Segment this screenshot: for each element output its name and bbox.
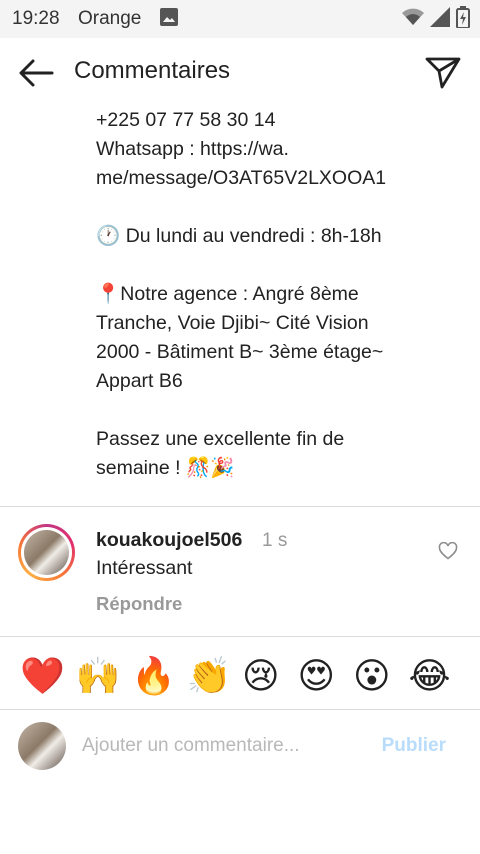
- caption-agency-line2: Tranche, Voie Djibi~ Cité Vision: [96, 312, 369, 334]
- comment-composer: Publier: [0, 712, 480, 782]
- caption-whatsapp-line2[interactable]: me/message/O3AT65V2LXOOA1: [96, 164, 466, 193]
- header: Commentaires: [0, 38, 480, 108]
- signal-icon: [430, 7, 450, 32]
- caption-phone: +225 07 77 58 30 14: [96, 109, 276, 131]
- emoji-crying[interactable]: 😢: [242, 649, 298, 705]
- status-time: 19:28: [12, 8, 60, 29]
- emoji-raised-hands[interactable]: 🙌: [76, 649, 132, 705]
- divider: [0, 506, 480, 507]
- status-icons: [402, 6, 470, 33]
- comment-text: Intéressant: [96, 557, 193, 579]
- caption-hours: 🕐 Du lundi au vendredi : 8h-18h: [96, 225, 382, 247]
- battery-icon: [456, 6, 470, 33]
- publish-button[interactable]: Publier: [382, 735, 446, 757]
- status-carrier: Orange: [78, 8, 142, 29]
- story-ring[interactable]: [18, 524, 75, 581]
- emoji-fire[interactable]: 🔥: [131, 649, 187, 705]
- post-caption: +225 07 77 58 30 14 Whatsapp : https://w…: [96, 106, 466, 483]
- paper-plane-icon[interactable]: [424, 54, 462, 90]
- caption-agency-line4: Appart B6: [96, 370, 183, 392]
- back-arrow-icon[interactable]: [16, 56, 56, 90]
- emoji-surprised[interactable]: 😮: [353, 649, 409, 705]
- divider: [0, 636, 480, 637]
- image-notification-icon: [160, 8, 178, 31]
- comment-time: 1 s: [262, 530, 288, 551]
- caption-agency-line3: 2000 - Bâtiment B~ 3ème étage~: [96, 341, 384, 363]
- emoji-laughing[interactable]: 😂: [409, 649, 465, 705]
- avatar: [18, 722, 66, 770]
- emoji-clapping[interactable]: 👏: [187, 649, 243, 705]
- emoji-bar: ❤️ 🙌 🔥 👏 😢 😍 😮 😂: [0, 645, 480, 709]
- caption-whatsapp-line1[interactable]: Whatsapp : https://wa.: [96, 135, 466, 164]
- emoji-heart[interactable]: ❤️: [20, 649, 76, 705]
- emoji-heart-eyes[interactable]: 😍: [298, 649, 354, 705]
- status-bar: 19:28 Orange: [0, 0, 480, 38]
- avatar: [24, 530, 69, 575]
- comment-item: kouakoujoel506 1 s Intéressant Répondre: [0, 520, 480, 636]
- reply-button[interactable]: Répondre: [96, 593, 182, 615]
- comment-input[interactable]: [82, 730, 362, 762]
- divider: [0, 709, 480, 710]
- heart-icon[interactable]: [438, 541, 458, 560]
- comment-username[interactable]: kouakoujoel506: [96, 529, 242, 552]
- wifi-icon: [402, 8, 424, 31]
- caption-closing-line2: semaine ! 🎊🎉: [96, 457, 235, 479]
- caption-agency-line1: 📍Notre agence : Angré 8ème: [96, 283, 359, 305]
- caption-closing-line1: Passez une excellente fin de: [96, 428, 345, 450]
- page-title: Commentaires: [74, 57, 231, 84]
